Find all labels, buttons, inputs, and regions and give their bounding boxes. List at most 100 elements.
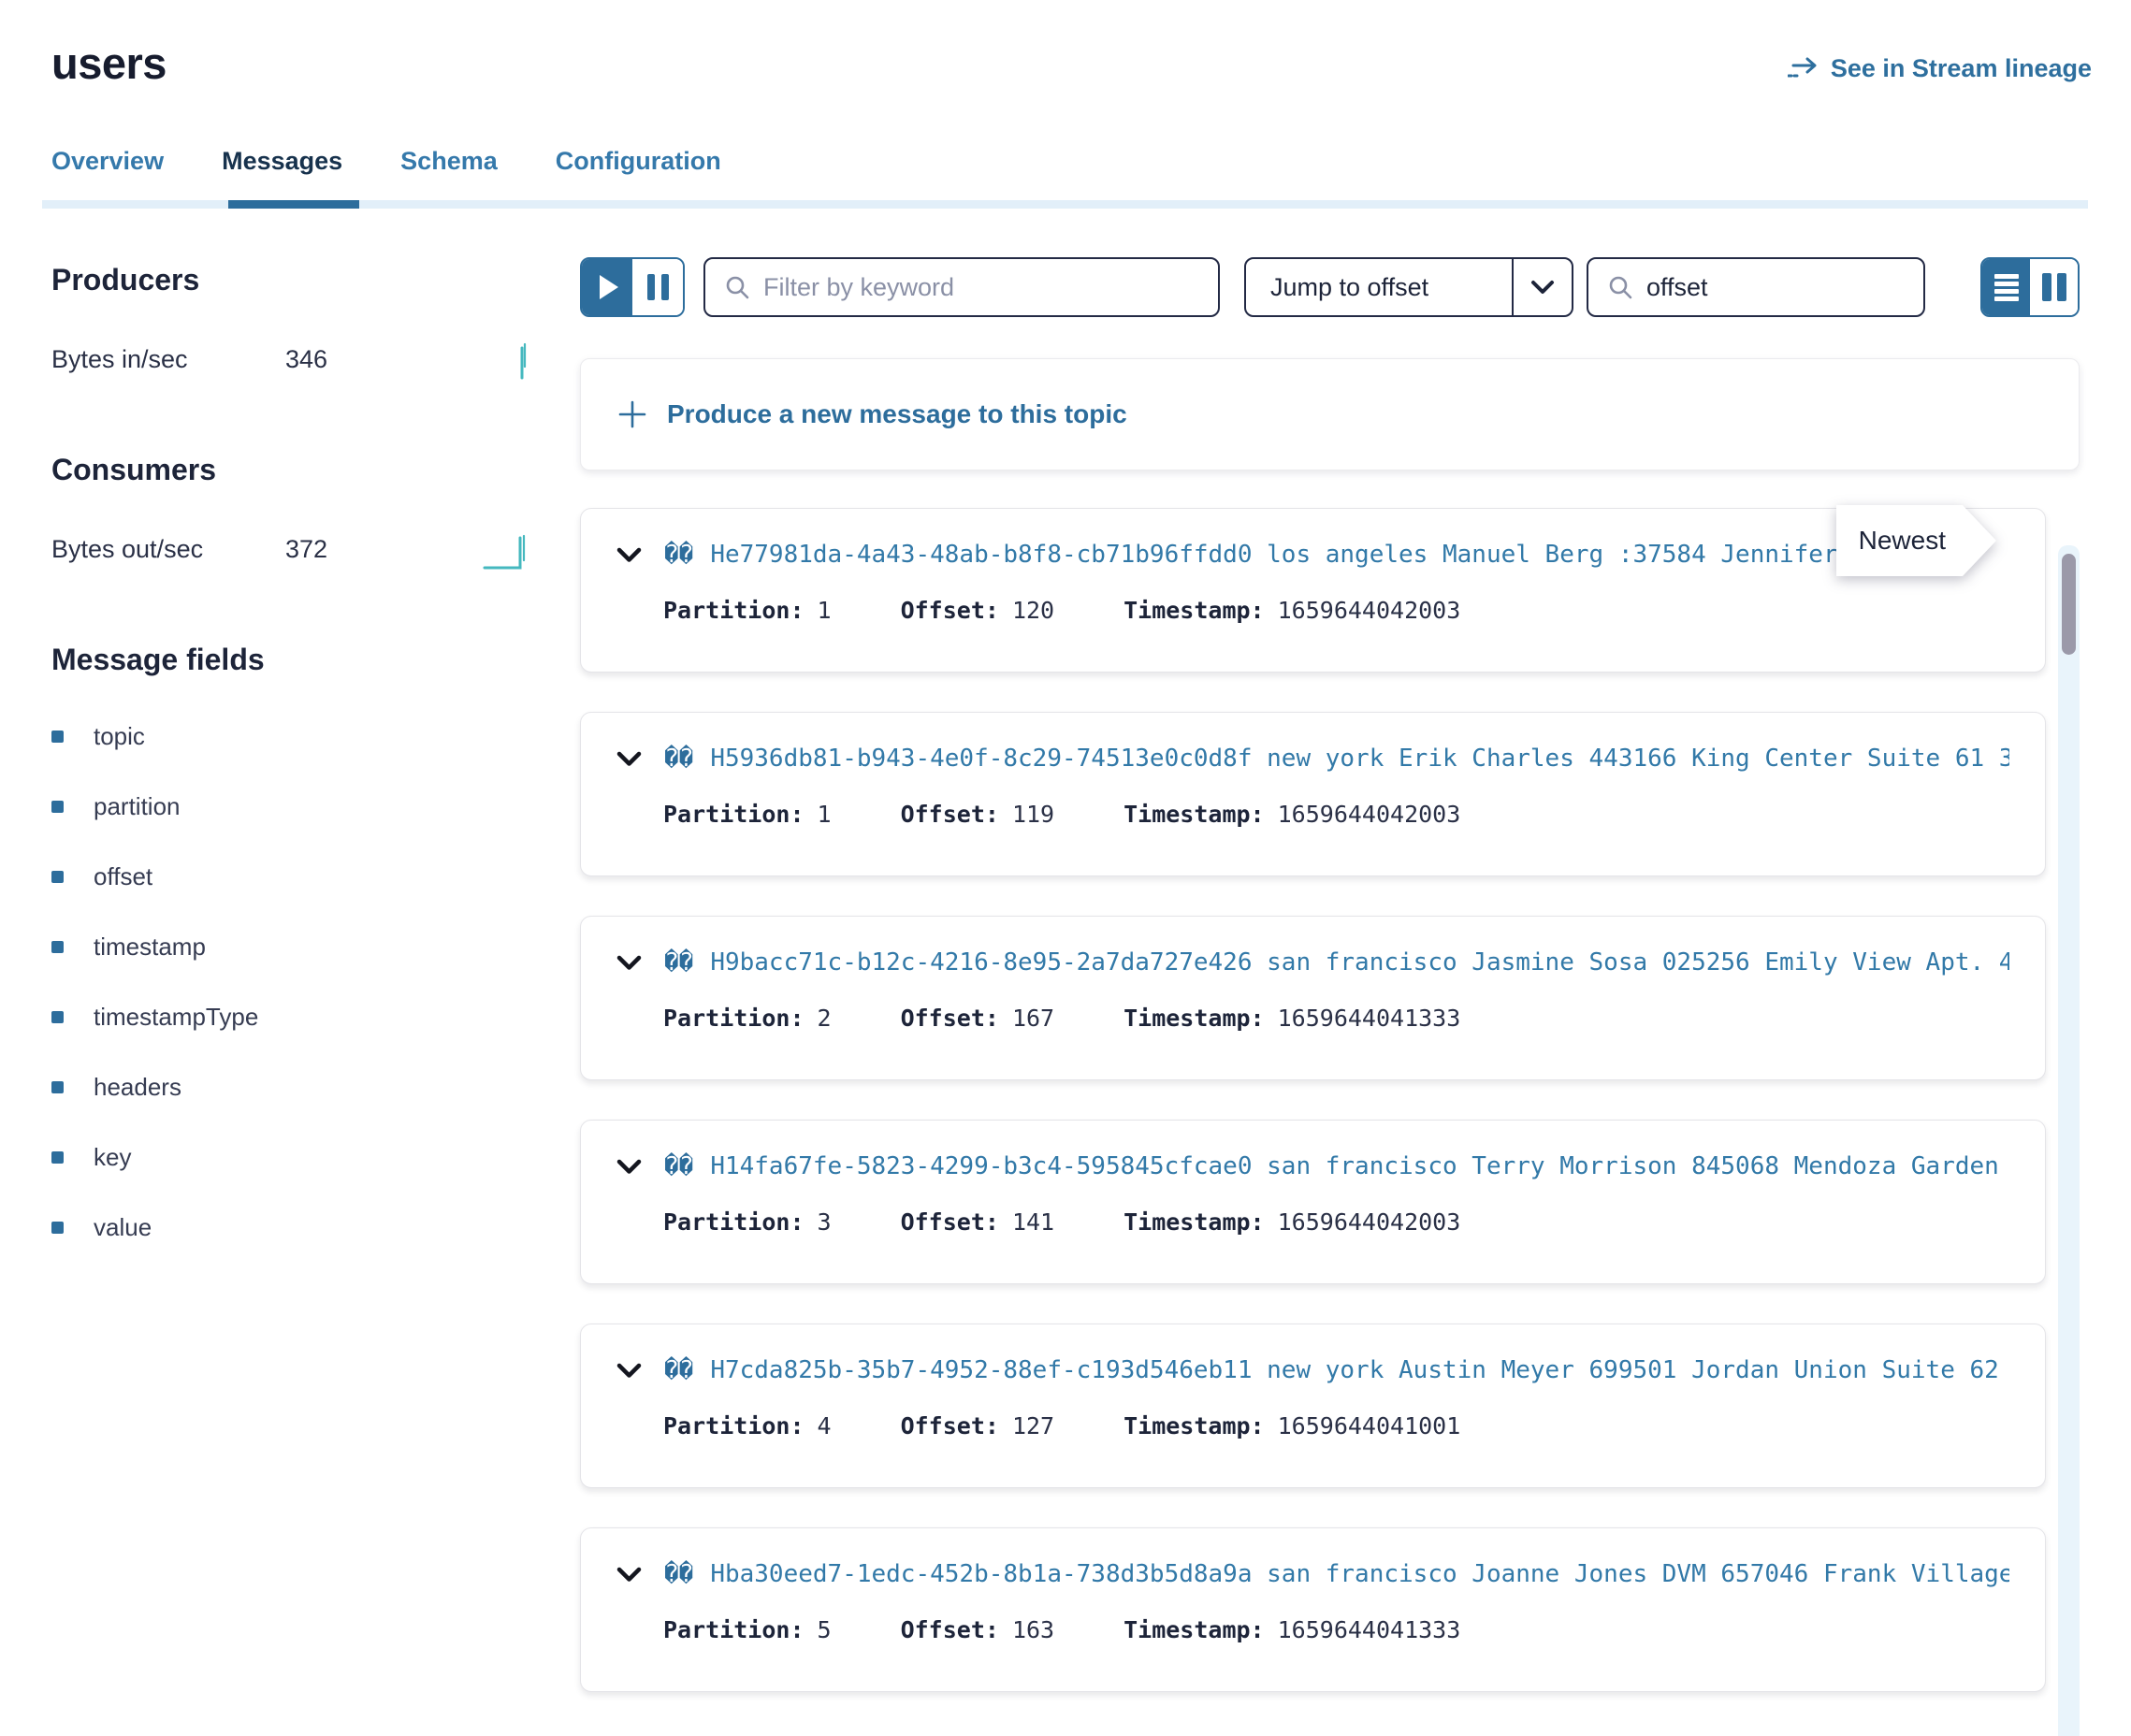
message-key-value-text: Hba30eed7-1edc-452b-8b1a-738d3b5d8a9a sa… [710,1560,2009,1588]
partition-value: 1 [818,801,832,828]
list-view-button[interactable] [1982,259,2030,315]
field-item-timestampType[interactable]: timestampType [51,1003,531,1032]
produce-message-button[interactable]: Produce a new message to this topic [580,358,2080,470]
field-bullet-icon [51,731,64,743]
message-row[interactable]: �� H9bacc71c-b12c-4216-8e95-2a7da727e426… [580,916,2046,1080]
topic-page: users See in Stream lineage Overview Mes… [0,0,2131,1736]
offset-value: 141 [1012,1208,1054,1236]
field-label: offset [94,862,152,891]
keyword-filter [703,257,1220,317]
unknown-glyphs: �� [664,948,693,976]
partition-value: 1 [818,597,832,624]
message-summary: �� H5936db81-b943-4e0f-8c29-74513e0c0d8f… [616,745,2009,773]
partition-field: Partition: 2 [663,1005,832,1032]
message-fields-list: topic partition offset timestamp timesta… [51,722,531,1242]
active-tab-indicator [228,200,359,209]
page-title: users [51,37,167,89]
message-metadata: Partition: 1 Offset: 120 Timestamp: 1659… [663,597,2009,624]
field-label: partition [94,792,181,821]
tab-messages[interactable]: Messages [222,147,342,200]
stream-lineage-link[interactable]: See in Stream lineage [1788,54,2092,83]
field-item-partition[interactable]: partition [51,792,531,821]
chevron-down-icon[interactable] [616,547,642,563]
offset-field: Offset: 167 [901,1005,1055,1032]
timestamp-value: 1659644041333 [1278,1616,1461,1643]
partition-value: 3 [818,1208,832,1236]
messages-toolbar: Jump to offset [580,257,2080,317]
message-summary: �� H7cda825b-35b7-4952-88ef-c193d546eb11… [616,1356,2009,1384]
field-bullet-icon [51,1151,64,1164]
field-item-timestamp[interactable]: timestamp [51,933,531,962]
message-row[interactable]: �� H7cda825b-35b7-4952-88ef-c193d546eb11… [580,1324,2046,1488]
chevron-down-icon[interactable] [616,751,642,767]
unknown-glyphs: �� [664,745,693,773]
partition-value: 4 [818,1412,832,1439]
jump-to-offset-select[interactable]: Jump to offset [1244,257,1573,317]
offset-search [1587,257,1925,317]
field-item-value[interactable]: value [51,1213,531,1242]
offset-value: 167 [1012,1005,1054,1032]
chevron-down-icon[interactable] [616,955,642,971]
pause-button[interactable] [632,259,683,315]
tab-schema[interactable]: Schema [400,147,498,200]
metrics-sidebar: Producers Bytes in/sec 346 Consumers Byt… [0,209,580,1283]
offset-search-input[interactable] [1646,273,1905,302]
offset-label: Offset: [901,1412,999,1439]
offset-label: Offset: [901,597,999,624]
messages-panel: Jump to offset [580,209,2131,1731]
filter-input[interactable] [763,273,1199,302]
message-summary: �� Hba30eed7-1edc-452b-8b1a-738d3b5d8a9a… [616,1560,2009,1588]
search-icon [1607,274,1633,300]
timestamp-label: Timestamp: [1123,801,1265,828]
timestamp-label: Timestamp: [1123,1616,1265,1643]
timestamp-value: 1659644042003 [1278,1208,1461,1236]
lineage-arrow-icon [1788,57,1819,81]
bytes-in-sparkline [483,339,529,380]
tab-configuration[interactable]: Configuration [556,147,721,200]
timestamp-field: Timestamp: 1659644041333 [1123,1005,1460,1032]
offset-label: Offset: [901,1208,999,1236]
producers-heading: Producers [51,263,531,297]
message-row[interactable]: �� H14fa67fe-5823-4299-b3c4-595845cfcae0… [580,1120,2046,1284]
column-view-button[interactable] [2030,259,2078,315]
message-list: �� He77981da-4a43-48ab-b8f8-cb71b96ffdd0… [580,508,2046,1692]
field-item-key[interactable]: key [51,1143,531,1172]
field-label: topic [94,722,145,751]
message-metadata: Partition: 4 Offset: 127 Timestamp: 1659… [663,1412,2009,1439]
message-metadata: Partition: 2 Offset: 167 Timestamp: 1659… [663,1005,2009,1032]
play-button[interactable] [582,259,632,315]
bytes-out-metric: Bytes out/sec 372 [51,528,531,570]
page-header: users See in Stream lineage [0,0,2131,89]
unknown-glyphs: �� [664,1152,693,1180]
chevron-down-icon[interactable] [1514,280,1572,295]
bytes-in-value: 346 [285,345,483,374]
chevron-down-icon[interactable] [616,1567,642,1583]
partition-value: 2 [818,1005,832,1032]
message-row[interactable]: �� He77981da-4a43-48ab-b8f8-cb71b96ffdd0… [580,508,2046,673]
timestamp-field: Timestamp: 1659644042003 [1123,1208,1460,1236]
message-row[interactable]: �� H5936db81-b943-4e0f-8c29-74513e0c0d8f… [580,712,2046,876]
tab-overview[interactable]: Overview [51,147,164,200]
bytes-out-sparkline [483,528,529,570]
tooltip-arrow-icon [1963,505,1996,576]
chevron-down-icon[interactable] [616,1159,642,1175]
field-bullet-icon [51,801,64,813]
field-item-offset[interactable]: offset [51,862,531,891]
lineage-link-label: See in Stream lineage [1831,54,2092,83]
timestamp-field: Timestamp: 1659644042003 [1123,801,1460,828]
timestamp-value: 1659644041333 [1278,1005,1461,1032]
timestamp-label: Timestamp: [1123,1412,1265,1439]
offset-field: Offset: 120 [901,597,1055,624]
chevron-down-icon[interactable] [616,1363,642,1379]
partition-field: Partition: 1 [663,801,832,828]
partition-field: Partition: 3 [663,1208,832,1236]
timestamp-field: Timestamp: 1659644041001 [1123,1412,1460,1439]
message-metadata: Partition: 5 Offset: 163 Timestamp: 1659… [663,1616,2009,1643]
newest-tooltip-label: Newest [1836,505,1963,576]
scrollbar-track[interactable] [2058,545,2080,1736]
field-item-topic[interactable]: topic [51,722,531,751]
field-item-headers[interactable]: headers [51,1073,531,1102]
scrollbar-thumb[interactable] [2062,554,2076,655]
timestamp-label: Timestamp: [1123,1208,1265,1236]
message-row[interactable]: �� Hba30eed7-1edc-452b-8b1a-738d3b5d8a9a… [580,1527,2046,1692]
